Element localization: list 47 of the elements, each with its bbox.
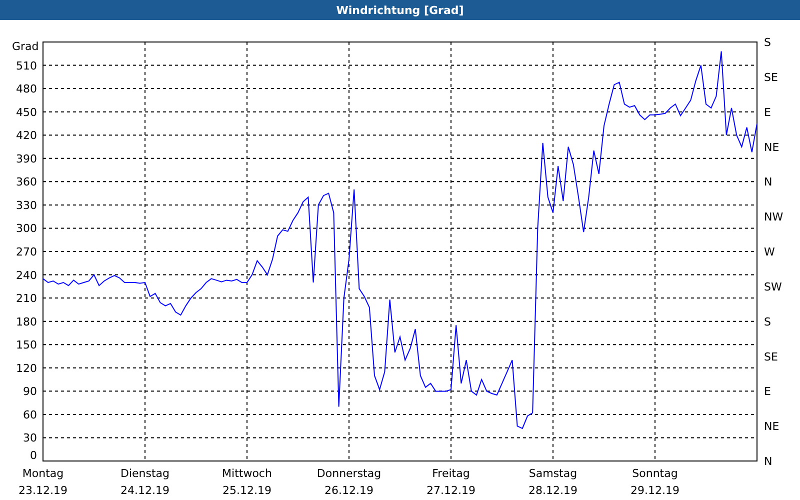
y-tick-label: 240 — [16, 268, 37, 282]
y-tick-label: 120 — [16, 362, 37, 375]
compass-label: SW — [764, 280, 782, 294]
day-label: Samstag — [528, 467, 578, 480]
y-tick-label: 510 — [16, 59, 37, 72]
day-label: Mittwoch — [222, 467, 272, 480]
y-tick-label: 360 — [16, 176, 37, 189]
y-tick-label: 90 — [23, 385, 37, 398]
y-tick-label: 60 — [23, 408, 37, 422]
compass-label: NE — [764, 140, 780, 154]
day-label: Montag — [22, 467, 64, 480]
date-label: 28.12.19 — [528, 484, 578, 497]
y-tick-label: 330 — [16, 198, 37, 212]
date-label: 24.12.19 — [120, 484, 170, 497]
day-label: Sonntag — [632, 467, 678, 480]
day-label: Donnerstag — [316, 467, 382, 480]
compass-label: SE — [764, 70, 778, 84]
y-tick-label: 0 — [30, 449, 37, 462]
y-tick-label: 390 — [16, 152, 37, 166]
y-tick-label: 450 — [16, 106, 37, 119]
y-tick-label: 150 — [16, 338, 37, 352]
y-tick-label: 480 — [16, 82, 37, 96]
compass-label: W — [764, 246, 775, 258]
day-label: Dienstag — [120, 467, 170, 480]
window-title: Windrichtung [Grad] — [336, 4, 464, 16]
compass-label: S — [764, 36, 771, 49]
date-label: 26.12.19 — [324, 484, 374, 497]
compass-label: NW — [764, 210, 784, 224]
date-label: 23.12.19 — [18, 484, 68, 497]
y-tick-label: 300 — [16, 222, 37, 236]
day-label: Freitag — [432, 467, 470, 480]
y-axis-title: Grad — [12, 40, 39, 53]
compass-label: E — [764, 385, 771, 398]
y-tick-label: 180 — [16, 315, 37, 328]
compass-label: N — [764, 176, 772, 189]
y-tick-label: 210 — [16, 292, 37, 306]
compass-label: S — [764, 315, 771, 328]
y-tick-label: 30 — [23, 432, 37, 445]
date-label: 29.12.19 — [630, 484, 680, 497]
compass-label: E — [764, 106, 771, 119]
compass-label: SE — [764, 350, 778, 364]
y-tick-label: 420 — [16, 129, 37, 142]
y-tick-label: 270 — [16, 246, 37, 258]
compass-label: N — [764, 455, 772, 468]
date-label: 25.12.19 — [222, 484, 272, 497]
date-label: 27.12.19 — [426, 484, 476, 497]
compass-label: NE — [764, 420, 780, 434]
